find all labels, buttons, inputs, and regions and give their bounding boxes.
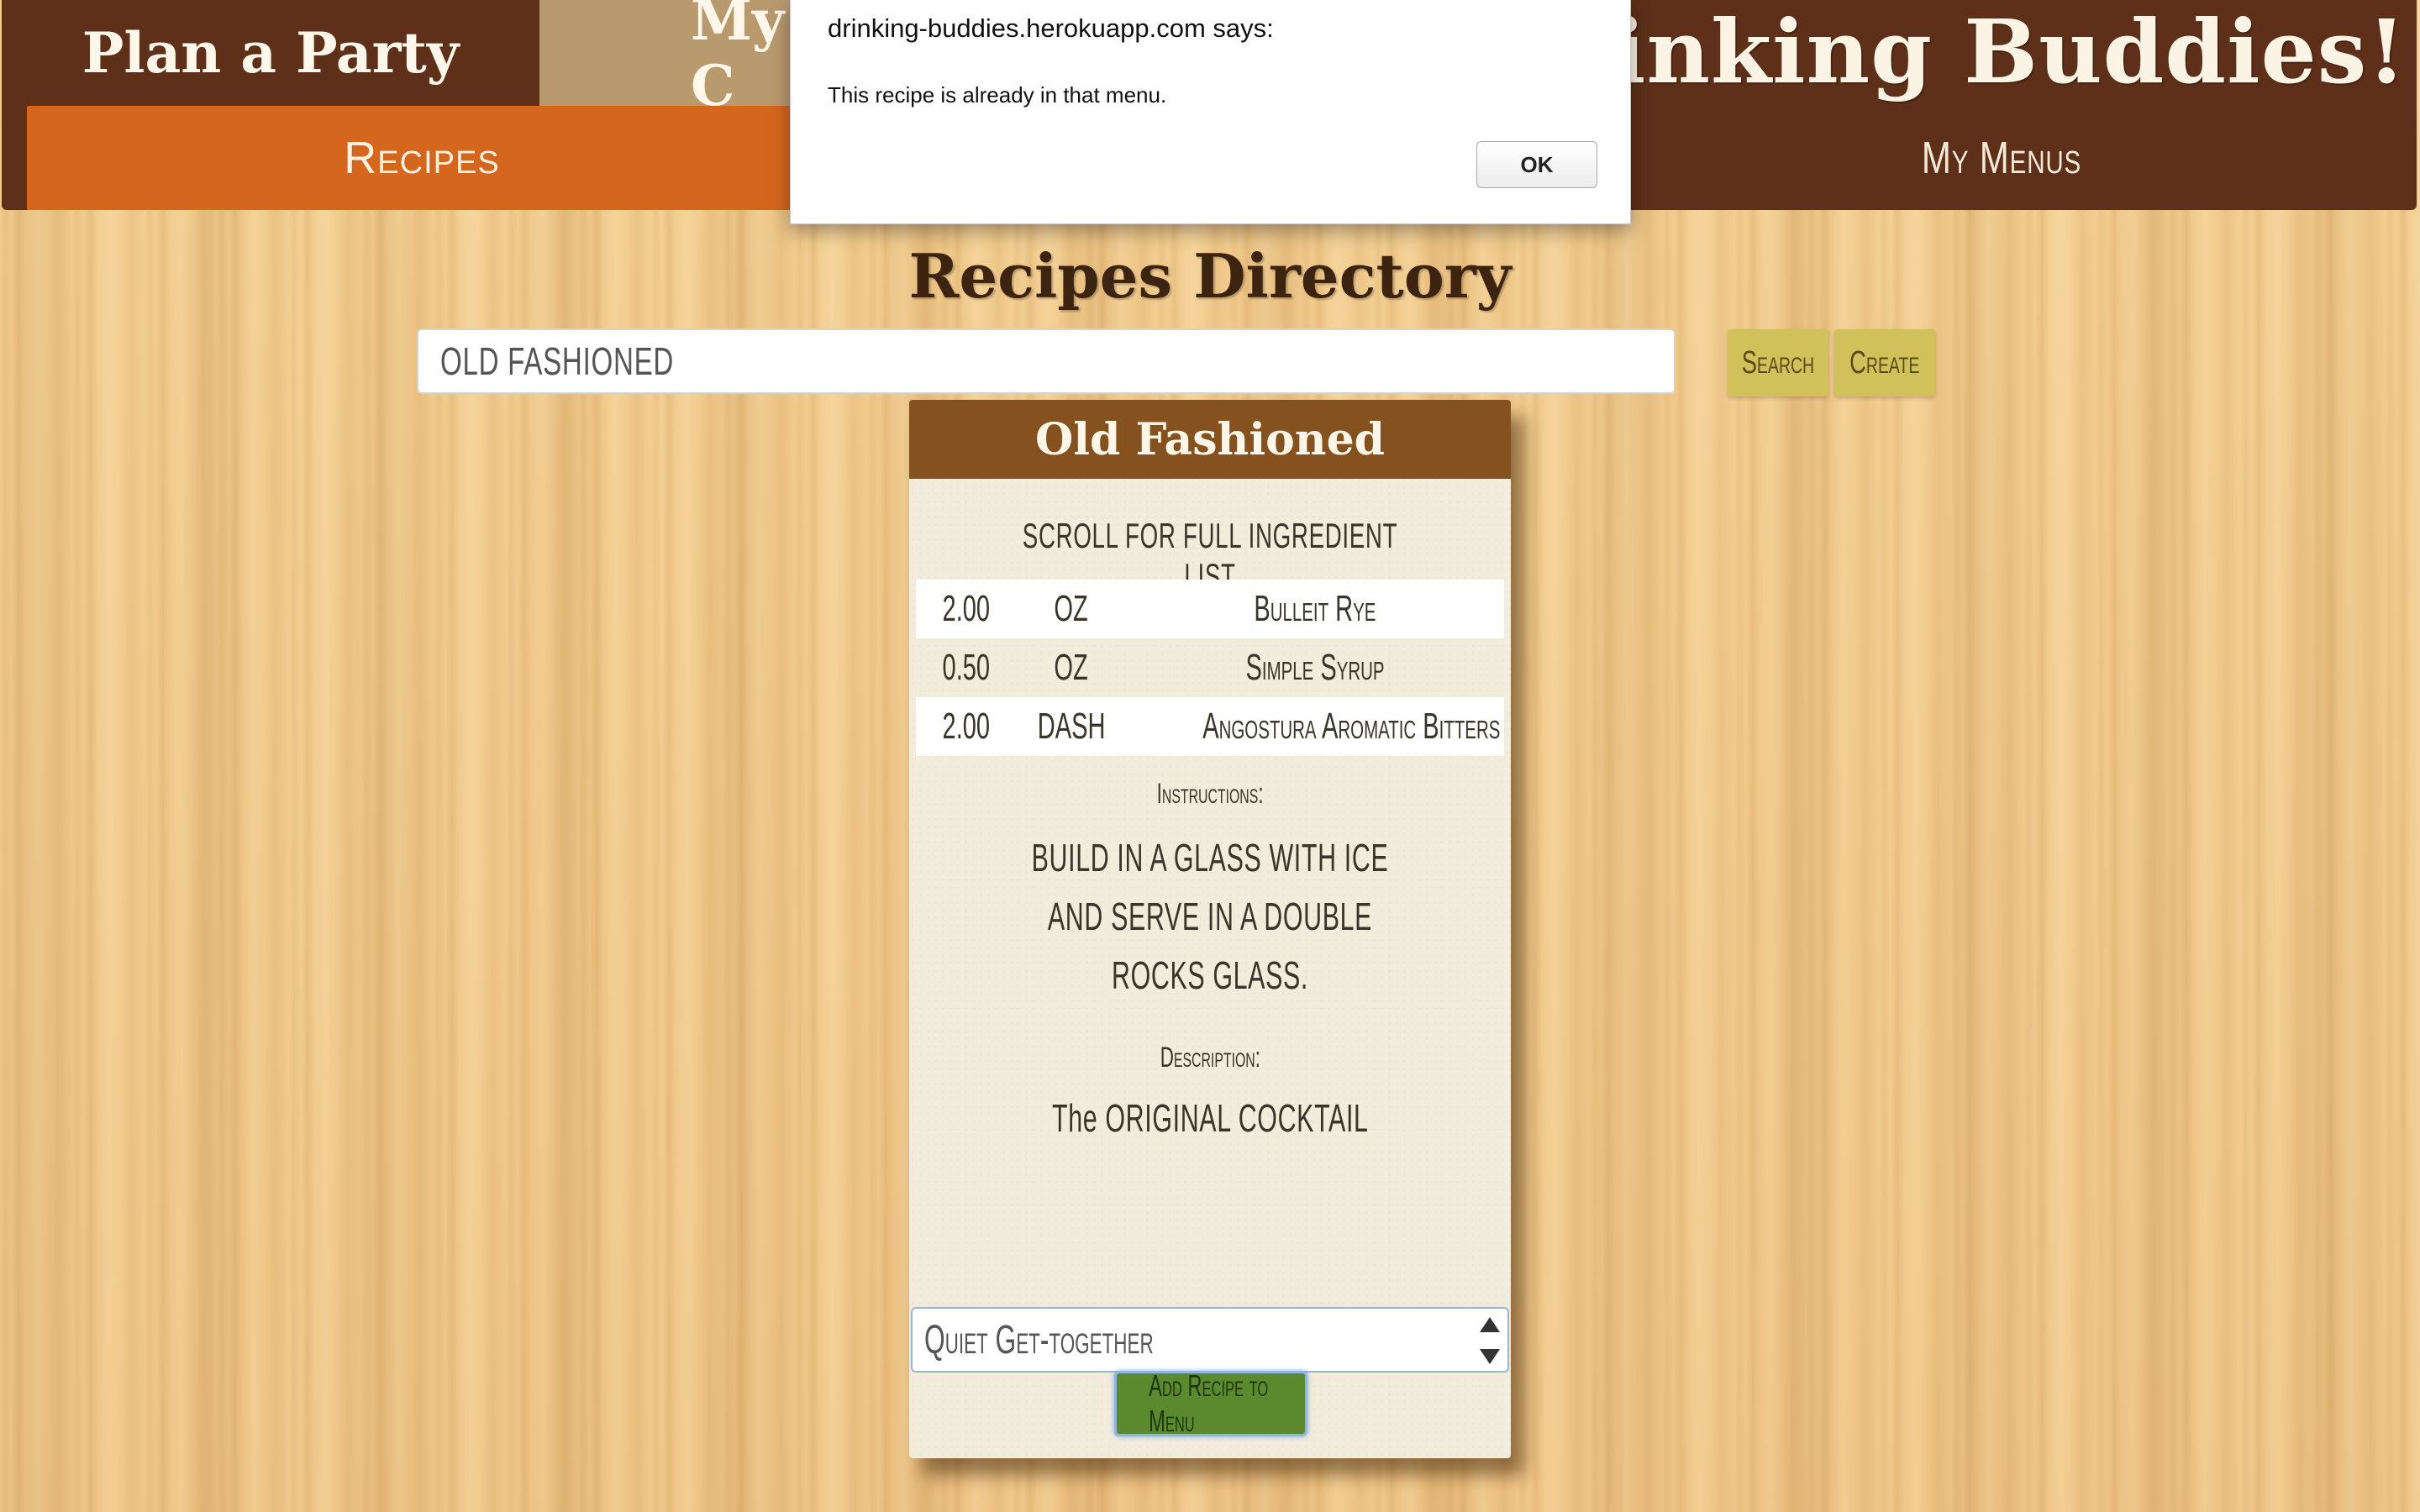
ingredient-row: 0.50 OZ Simple Syrup [916,638,1504,697]
description-label: Description: [1160,1042,1260,1074]
nav-my-menus[interactable]: My Menus [1713,106,2290,210]
ingredient-name: Angostura Aromatic Bitters [1202,706,1501,747]
description-text: The ORIGINAL COCKTAIL [1051,1096,1369,1140]
tab-my-cabinet[interactable]: My C [539,0,792,118]
create-button-label: Create [1849,344,1920,381]
tab-plan-a-party[interactable]: Plan a Party [2,0,539,106]
add-recipe-label: Add Recipe to Menu [1149,1368,1269,1438]
recipe-card: Old Fashioned SCROLL FOR FULL INGREDIENT… [909,400,1511,1458]
nav-recipes[interactable]: Recipes [27,106,817,210]
page-title: Recipes Directory [908,240,1512,312]
alert-title: drinking-buddies.herokuapp.com says: [828,13,1274,43]
recipe-title: Old Fashioned [909,400,1511,479]
menu-select-value: Quiet Get-together [924,1317,1154,1362]
ingredient-amount: 0.50 [942,647,991,688]
instructions-text: BUILD IN A GLASS WITH ICE AND SERVE IN A… [1031,836,1389,997]
ingredient-row: 2.00 OZ Bulleit Rye [916,580,1504,638]
search-input[interactable]: OLD FASHIONED [417,328,1676,394]
ingredient-list[interactable]: 2.00 OZ Bulleit Rye 0.50 OZ Simple Syrup… [916,580,1504,756]
menu-select[interactable]: Quiet Get-together [911,1307,1509,1373]
ingredient-unit: DASH [1037,706,1106,747]
search-button-label: Search [1741,344,1815,381]
alert-ok-button[interactable]: OK [1476,141,1597,188]
ingredient-amount: 2.00 [942,706,991,747]
ingredient-name: Bulleit Rye [1254,588,1376,629]
add-recipe-to-menu-button[interactable]: Add Recipe to Menu [1114,1368,1307,1438]
alert-dialog: drinking-buddies.herokuapp.com says: Thi… [790,0,1631,224]
ingredient-name: Simple Syrup [1245,647,1385,688]
select-arrows-icon [1479,1317,1501,1364]
alert-message: This recipe is already in that menu. [828,82,1167,108]
search-button[interactable]: Search [1728,329,1828,396]
ingredient-unit: OZ [1054,588,1089,629]
instructions-label: Instructions: [1156,778,1264,810]
ingredient-amount: 2.00 [942,588,991,629]
create-button[interactable]: Create [1834,329,1935,396]
ingredient-unit: OZ [1054,647,1089,688]
ingredient-row: 2.00 DASH Angostura Aromatic Bitters [916,697,1504,756]
search-input-value: OLD FASHIONED [440,339,675,383]
